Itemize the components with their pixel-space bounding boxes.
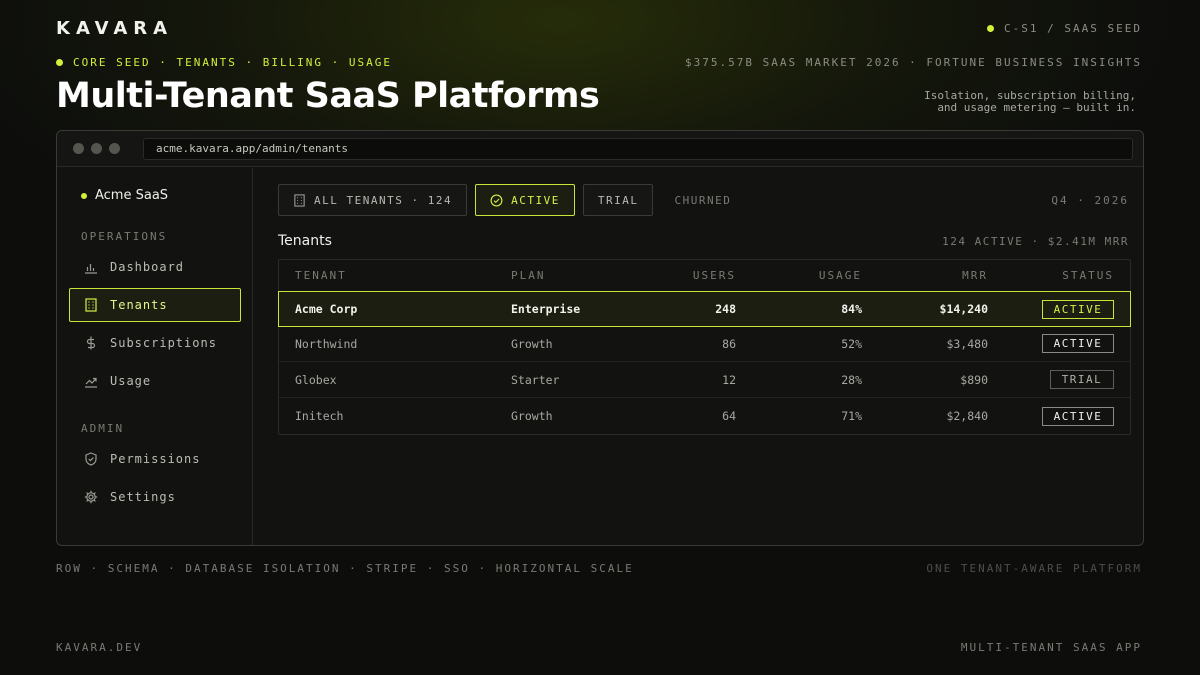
cell-mrr: $14,240 [939, 302, 988, 316]
header-plan[interactable]: PLAN [511, 260, 546, 291]
filter-all-label: ALL TENANTS · 124 [314, 193, 453, 207]
status-dot-icon [987, 25, 995, 32]
table-header-row: TENANT PLAN USERS USAGE MRR STATUS [279, 260, 1130, 292]
url-bar[interactable]: acme.kavara.app/admin/tenants [143, 137, 1133, 160]
cell-plan: Starter [511, 372, 560, 387]
sidebar-item-dashboard[interactable]: Dashboard [69, 250, 241, 284]
market-stat: $375.57B SAAS MARKET 2026 · FORTUNE BUSI… [685, 56, 1142, 69]
sidebar-item-tenants[interactable]: Tenants [69, 288, 241, 322]
cell-usage: 84% [841, 302, 862, 316]
tagline: ONE TENANT-AWARE PLATFORM [926, 562, 1142, 575]
building-icon [85, 298, 97, 312]
filter-bar: ALL TENANTS · 124 ACTIVE TRIAL CHURNED [278, 184, 744, 216]
cell-tenant: Initech [295, 409, 344, 423]
accent-dot-icon [56, 59, 63, 66]
window-close-icon[interactable] [73, 143, 84, 154]
header-users[interactable]: USERS [693, 260, 736, 291]
nav-line: CORE SEED · TENANTS · BILLING · USAGE [56, 56, 392, 69]
sidebar-item-label: Usage [110, 374, 152, 388]
nav-line-text: CORE SEED · TENANTS · BILLING · USAGE [73, 56, 393, 69]
sidebar-item-label: Subscriptions [110, 336, 217, 350]
window-titlebar: acme.kavara.app/admin/tenants [57, 131, 1143, 167]
main-content: ALL TENANTS · 124 ACTIVE TRIAL CHURNED Q… [254, 168, 1143, 545]
cell-mrr: $3,480 [946, 336, 988, 351]
check-circle-icon [490, 194, 503, 206]
sidebar-item-label: Permissions [110, 452, 201, 466]
table-summary: 124 ACTIVE · $2.41M MRR [942, 235, 1129, 248]
status-badge: ACTIVE [1042, 334, 1114, 353]
page-title: Multi-Tenant SaaS Platforms [56, 76, 600, 116]
sidebar-item-subscriptions[interactable]: Subscriptions [69, 326, 241, 360]
filter-trial[interactable]: TRIAL [582, 184, 654, 216]
cell-status: ACTIVE [1042, 326, 1114, 361]
period-label: Q4 · 2026 [1051, 194, 1129, 207]
cell-usage: 28% [841, 372, 862, 387]
cell-usage: 71% [841, 409, 862, 423]
footer-domain: KAVARA.DEV [56, 641, 143, 654]
building-icon [294, 193, 305, 207]
header-tenant[interactable]: TENANT [295, 260, 347, 291]
cell-users: 64 [722, 409, 736, 423]
gear-icon [84, 490, 98, 504]
window-maximize-icon[interactable] [109, 143, 120, 154]
table-row[interactable]: Initech Growth 64 71% $2,840 ACTIVE [279, 398, 1130, 434]
cell-tenant: Globex [295, 372, 337, 387]
cell-plan: Enterprise [511, 302, 581, 316]
table-title: Tenants [278, 233, 332, 249]
cell-tenant: Acme Corp [295, 302, 358, 316]
status-badge: TRIAL [1050, 370, 1114, 389]
status-badge: ACTIVE [1042, 406, 1114, 426]
filter-active-label: ACTIVE [511, 193, 560, 207]
cell-plan: Growth [511, 336, 553, 351]
filter-churned-label: CHURNED [674, 193, 732, 207]
dollar-icon [86, 336, 96, 350]
header-usage[interactable]: USAGE [819, 260, 862, 291]
header-status[interactable]: STATUS [1062, 260, 1114, 291]
filter-trial-label: TRIAL [597, 193, 639, 207]
org-switcher[interactable]: Acme SaaS [81, 188, 168, 203]
footer-label: MULTI-TENANT SAAS APP [960, 641, 1142, 654]
cell-mrr: $2,840 [946, 409, 988, 423]
section-admin: ADMIN [81, 422, 125, 435]
cell-mrr: $890 [960, 372, 988, 387]
trend-icon [85, 377, 97, 388]
top-right-text: C-S1 / SAAS SEED [1004, 22, 1142, 35]
filter-all-tenants[interactable]: ALL TENANTS · 124 [278, 184, 468, 216]
sidebar-item-label: Settings [110, 490, 176, 504]
status-badge: ACTIVE [1042, 299, 1114, 319]
cell-plan: Growth [511, 409, 553, 423]
cell-tenant: Northwind [295, 336, 358, 351]
filter-active[interactable]: ACTIVE [475, 184, 575, 216]
cell-usage: 52% [841, 336, 862, 351]
tech-tags: ROW · SCHEMA · DATABASE ISOLATION · STRI… [56, 562, 634, 575]
sidebar-item-label: Dashboard [110, 260, 185, 274]
sidebar-item-label: Tenants [110, 298, 168, 312]
cell-status: ACTIVE [1042, 398, 1114, 434]
sidebar-item-permissions[interactable]: Permissions [69, 442, 241, 476]
table-row[interactable]: Acme Corp Enterprise 248 84% $14,240 ACT… [278, 291, 1131, 327]
section-operations: OPERATIONS [81, 230, 168, 243]
cell-users: 12 [722, 372, 736, 387]
table-row[interactable]: Northwind Growth 86 52% $3,480 ACTIVE [279, 326, 1130, 362]
shield-icon [85, 452, 97, 466]
app-window: acme.kavara.app/admin/tenants Acme SaaS … [56, 130, 1144, 546]
cell-users: 248 [715, 302, 736, 316]
cell-status: TRIAL [1050, 362, 1114, 397]
brand-logo: KAVARA [56, 18, 174, 39]
sidebar-item-settings[interactable]: Settings [69, 480, 241, 514]
cell-status: ACTIVE [1042, 292, 1114, 326]
table-row[interactable]: Globex Starter 12 28% $890 TRIAL [279, 362, 1130, 398]
header-mrr[interactable]: MRR [962, 260, 988, 291]
window-minimize-icon[interactable] [91, 143, 102, 154]
page-subtitle: Isolation, subscription billing, and usa… [924, 89, 1136, 114]
top-right-label: C-S1 / SAAS SEED [987, 22, 1142, 35]
cell-users: 86 [722, 336, 736, 351]
bar-chart-icon [85, 264, 97, 274]
org-dot-icon [81, 192, 87, 199]
sidebar-item-usage[interactable]: Usage [69, 364, 241, 398]
sidebar: Acme SaaS OPERATIONS Dashboard Tenants S… [57, 168, 253, 545]
filter-churned[interactable]: CHURNED [661, 184, 744, 216]
org-name: Acme SaaS [95, 188, 169, 203]
tenants-table: TENANT PLAN USERS USAGE MRR STATUS Acme … [278, 259, 1131, 435]
